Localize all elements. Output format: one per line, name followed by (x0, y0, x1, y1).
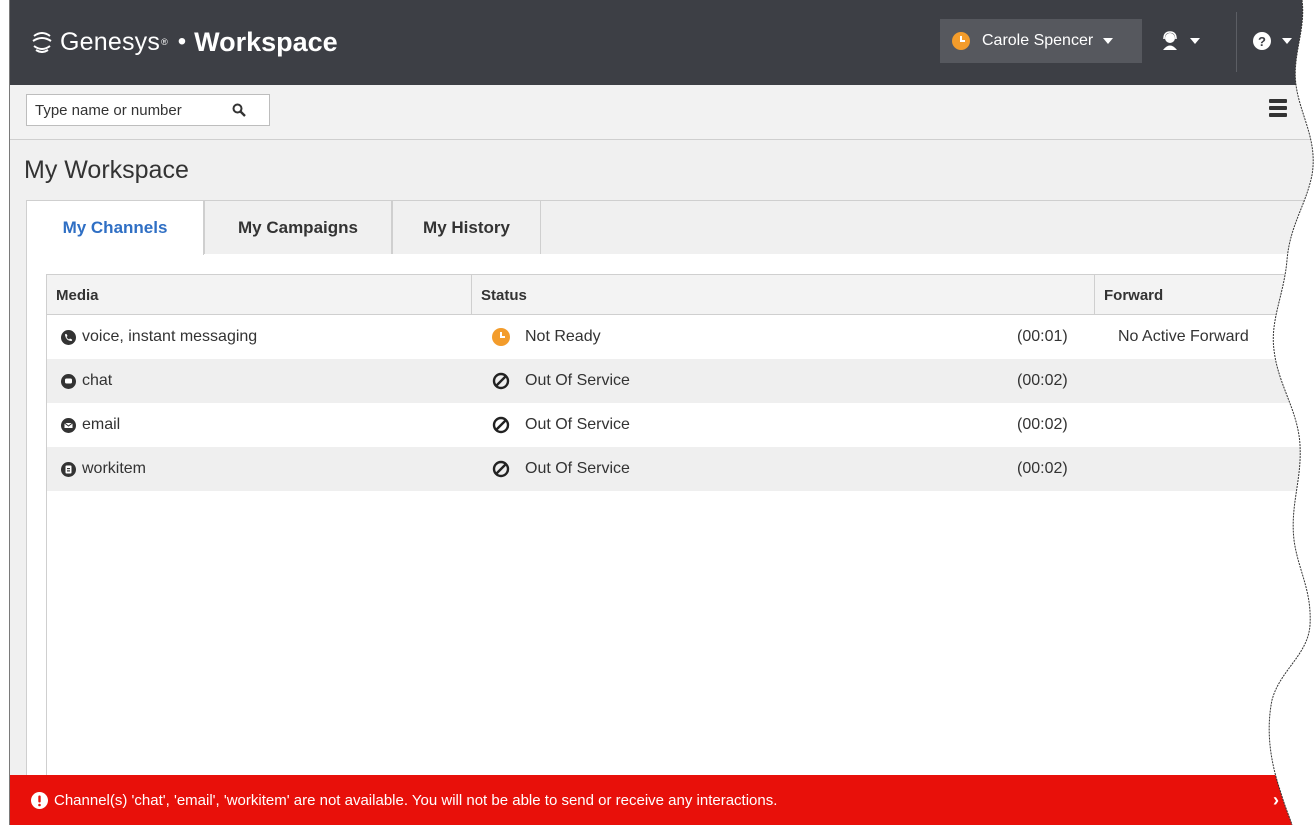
media-cell: chat (61, 359, 112, 403)
media-name: workitem (82, 460, 147, 477)
channel-unavailable-banner: Channel(s) 'chat', 'email', 'workitem' a… (10, 775, 1316, 825)
chat-icon (61, 373, 76, 389)
chevron-down-icon (1103, 38, 1114, 44)
svg-text:?: ? (1258, 34, 1266, 49)
tab-my-history[interactable]: My History (392, 200, 541, 254)
search-toolbar (10, 85, 1316, 140)
status-cell: Not Ready (492, 315, 601, 359)
workitem-icon (61, 461, 76, 477)
media-cell: workitem (61, 447, 146, 491)
help-menu[interactable]: ? (1252, 26, 1292, 56)
tabs-filler (541, 200, 1316, 254)
status-cell: Out Of Service (492, 403, 630, 447)
header-divider (1236, 12, 1237, 72)
agent-headset-icon (1163, 31, 1177, 50)
workspace-app: Genesys ® • Workspace Carole Spencer ? T… (9, 0, 1316, 825)
page-title: My Workspace (24, 156, 189, 184)
status-text: Not Ready (525, 328, 601, 345)
brand-separator: • (177, 28, 187, 55)
media-cell: voice, instant messaging (61, 315, 257, 359)
status-duration: (00:02) (1017, 372, 1068, 389)
status-cell: Out Of Service (492, 359, 630, 403)
status-text: Out Of Service (525, 416, 630, 433)
out-of-service-icon (492, 460, 510, 478)
brand: Genesys ® • Workspace (30, 22, 338, 62)
agent-menu[interactable] (1160, 26, 1200, 56)
table-row[interactable]: voice, instant messaging Not Ready (00:0… (47, 315, 1312, 359)
not-ready-clock-icon (952, 32, 970, 50)
status-duration: (00:02) (1017, 416, 1068, 433)
media-name: chat (82, 372, 113, 389)
banner-message: Channel(s) 'chat', 'email', 'workitem' a… (54, 791, 778, 809)
brand-registered-mark: ® (161, 37, 168, 47)
email-icon (61, 417, 76, 433)
user-name: Carole Spencer (982, 32, 1094, 49)
status-text: Out Of Service (525, 372, 630, 389)
media-name: voice, instant messaging (82, 328, 258, 345)
chevron-down-icon (1282, 38, 1292, 44)
table-row[interactable]: email Out Of Service (00:02) (47, 403, 1312, 447)
media-cell: email (61, 403, 120, 447)
genesys-logo-icon (32, 32, 52, 53)
column-header-forward[interactable]: Forward (1095, 275, 1312, 315)
channels-table: Media Status Forward voice, instant mess… (46, 274, 1312, 825)
status-text: Out Of Service (525, 460, 630, 477)
not-ready-clock-icon (492, 328, 510, 346)
table-row[interactable]: workitem Out Of Service (00:02) (47, 447, 1312, 491)
out-of-service-icon (492, 416, 510, 434)
workspace-tabs: My Channels My Campaigns My History (26, 200, 1316, 255)
product-name: Workspace (194, 26, 338, 57)
search-input[interactable] (35, 101, 230, 119)
table-row[interactable]: chat Out Of Service (00:02) (47, 359, 1312, 403)
voice-im-icon (61, 329, 76, 345)
media-name: email (82, 416, 121, 433)
chevron-down-icon (1190, 38, 1200, 44)
status-cell: Out Of Service (492, 447, 630, 491)
brand-name: Genesys (60, 27, 161, 56)
forward-text: No Active Forward (1118, 328, 1249, 345)
help-icon: ? (1253, 32, 1271, 50)
tab-my-campaigns[interactable]: My Campaigns (204, 200, 392, 254)
status-duration: (00:01) (1017, 328, 1068, 345)
out-of-service-icon (492, 372, 510, 390)
column-header-status[interactable]: Status (472, 275, 1095, 315)
column-header-media[interactable]: Media (47, 275, 472, 315)
status-duration: (00:02) (1017, 460, 1068, 477)
banner-expand-icon[interactable]: › (1273, 790, 1279, 811)
top-bar: Genesys ® • Workspace Carole Spencer ? (10, 0, 1316, 85)
alert-icon (31, 791, 48, 809)
table-header: Media Status Forward (47, 275, 1312, 315)
user-status-menu[interactable]: Carole Spencer (940, 19, 1142, 63)
team-communicator-search (26, 94, 270, 126)
tab-my-channels[interactable]: My Channels (26, 200, 204, 255)
search-icon[interactable] (232, 103, 246, 117)
my-channels-panel: Media Status Forward voice, instant mess… (26, 254, 1316, 825)
hamburger-menu-icon[interactable] (1269, 99, 1287, 119)
